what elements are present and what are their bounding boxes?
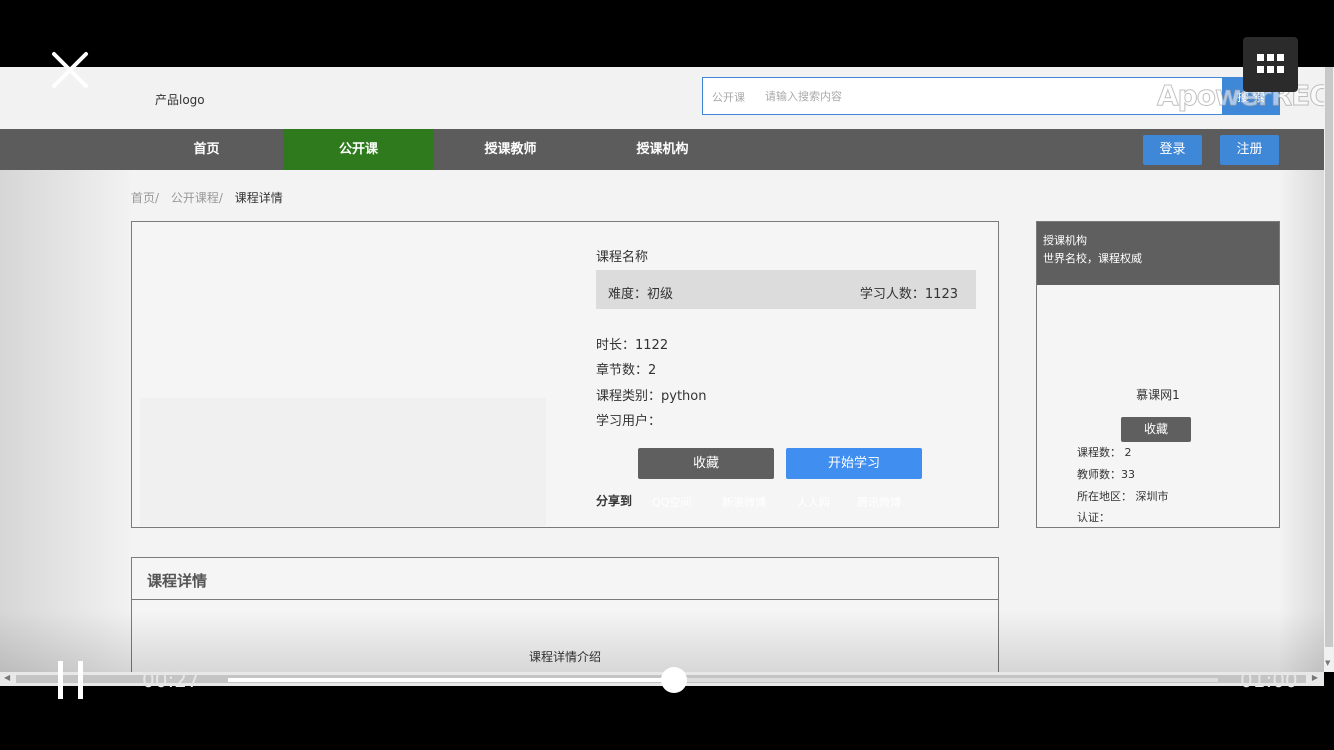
- close-icon[interactable]: [50, 50, 90, 90]
- vertical-scroll-thumb[interactable]: [1325, 67, 1333, 647]
- pause-icon[interactable]: [58, 661, 84, 699]
- organization-header: 授课机构 世界名校，课程权威: [1037, 222, 1279, 285]
- organization-name[interactable]: 慕课网1: [1037, 386, 1279, 403]
- organization-certified: 认证：: [1077, 511, 1110, 524]
- breadcrumb-current: 课程详情: [234, 191, 283, 205]
- organization-header-title: 授课机构: [1043, 234, 1087, 247]
- course-cover-image: [140, 398, 546, 526]
- course-detail-card: 课程详情 课程详情介绍: [131, 557, 999, 672]
- menu-icon[interactable]: [1243, 37, 1298, 92]
- recorder-watermark: ApowerREC: [1157, 79, 1324, 113]
- organization-course-count: 课程数： 2: [1077, 446, 1132, 459]
- breadcrumb-courses[interactable]: 公开课程/: [171, 191, 223, 205]
- content-area: 首页/ 公开课程/ 课程详情 课程名称 难度：初级 学习人数：1123 时长：1…: [0, 170, 1324, 672]
- course-stat-bar: 难度：初级 学习人数：1123: [596, 270, 976, 309]
- main-nav: 首页 公开课 授课教师 授课机构 登录 注册: [0, 129, 1324, 170]
- course-difficulty: 难度：初级: [608, 287, 674, 302]
- search-category[interactable]: 公开课: [712, 89, 745, 105]
- total-time: 01:00: [1240, 668, 1298, 692]
- video-player: 产品logo 公开课 搜 索 ApowerREC 首页 公开课 授课教师 授课机…: [0, 0, 1334, 750]
- organization-region: 所在地区： 深圳市: [1077, 490, 1169, 503]
- scroll-down-arrow-icon[interactable]: ▼: [1325, 659, 1330, 667]
- progress-fill: [228, 678, 674, 682]
- current-time: 00:27: [142, 668, 200, 692]
- share-label: 分享到: [596, 494, 633, 508]
- login-button[interactable]: 登录: [1143, 135, 1202, 165]
- scroll-right-arrow-icon[interactable]: ▶: [1312, 673, 1318, 682]
- progress-bar[interactable]: [228, 667, 1218, 693]
- course-detail-intro: 课程详情介绍: [528, 650, 601, 664]
- start-learning-button[interactable]: 开始学习: [786, 448, 922, 479]
- course-chapters: 章节数：2: [596, 363, 657, 378]
- site-header: 产品logo 公开课 搜 索 ApowerREC: [0, 67, 1324, 129]
- register-button[interactable]: 注册: [1220, 135, 1279, 165]
- course-duration: 时长：1122: [596, 338, 669, 353]
- nav-home[interactable]: 首页: [131, 129, 282, 170]
- share-qzone[interactable]: QQ空间: [652, 494, 691, 510]
- search-input[interactable]: [765, 86, 1165, 106]
- favorite-button[interactable]: 收藏: [638, 448, 774, 479]
- course-learners: 学习人数：1123: [859, 287, 958, 302]
- share-tencent-weibo[interactable]: 腾讯微博: [857, 494, 901, 510]
- course-detail-title: 课程详情: [147, 572, 208, 590]
- nav-open-courses[interactable]: 公开课: [283, 129, 434, 170]
- progress-knob[interactable]: [660, 667, 687, 693]
- course-detail-page: 产品logo 公开课 搜 索 ApowerREC 首页 公开课 授课教师 授课机…: [0, 67, 1324, 672]
- organization-favorite-button[interactable]: 收藏: [1121, 417, 1191, 442]
- course-name: 课程名称: [596, 250, 649, 265]
- share-weibo[interactable]: 新浪微博: [722, 494, 766, 510]
- course-detail-header: 课程详情: [132, 558, 998, 600]
- vertical-scrollbar[interactable]: ▼: [1324, 67, 1334, 672]
- nav-teachers[interactable]: 授课教师: [435, 129, 586, 170]
- course-info-card: 课程名称 难度：初级 学习人数：1123 时长：1122 章节数：2 课程类别：…: [131, 221, 999, 528]
- breadcrumb: 首页/ 公开课程/ 课程详情: [131, 189, 291, 206]
- nav-organizations[interactable]: 授课机构: [587, 129, 738, 170]
- product-logo[interactable]: 产品logo: [155, 91, 205, 108]
- course-category: 课程类别：python: [596, 389, 707, 404]
- scroll-left-arrow-icon[interactable]: ◀: [4, 673, 10, 682]
- organization-header-subtitle: 世界名校，课程权威: [1043, 252, 1142, 265]
- course-users: 学习用户：: [596, 414, 662, 429]
- breadcrumb-home[interactable]: 首页/: [131, 191, 159, 205]
- share-renren[interactable]: 人人网: [797, 494, 830, 510]
- organization-teacher-count: 教师数：33: [1077, 468, 1135, 481]
- organization-card: 授课机构 世界名校，课程权威 慕课网1 收藏 课程数： 2 教师数：33 所在地…: [1036, 221, 1280, 528]
